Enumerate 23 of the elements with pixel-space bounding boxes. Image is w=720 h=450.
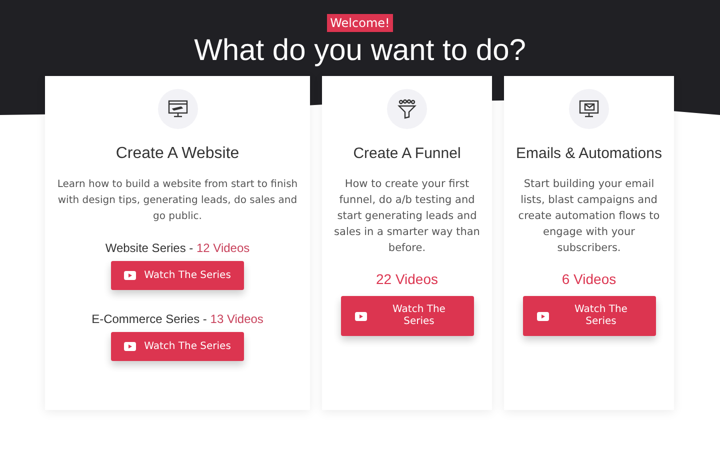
monitor-icon: [166, 98, 188, 120]
watch-series-button[interactable]: Watch The Series: [111, 332, 244, 361]
video-count: 6 Videos: [562, 271, 616, 287]
play-icon: [536, 312, 548, 320]
card-title: Create A Website: [116, 145, 240, 163]
series-label: Website Series - 12 Videos: [105, 241, 250, 255]
funnel-icon: [396, 98, 418, 120]
video-count: 22 Videos: [376, 271, 438, 287]
watch-series-button[interactable]: Watch The Series: [111, 261, 244, 290]
play-icon: [124, 342, 136, 351]
email-monitor-icon: [578, 98, 600, 120]
watch-series-button[interactable]: Watch The Series: [340, 296, 474, 336]
card-description: Learn how to build a website from start to finish with design tips, generating leads, do sales and go public.: [56, 178, 299, 224]
watch-series-button[interactable]: Watch The Series: [522, 296, 656, 336]
play-icon: [354, 312, 366, 320]
card-title: Emails & Automations: [516, 145, 662, 162]
play-icon: [124, 271, 136, 280]
page-heading: What do you want to do?: [194, 34, 526, 68]
card-description: How to create your first funnel, do a/b testing and start generating leads and sales in a smarter way than before.: [333, 177, 481, 256]
card-title: Create A Funnel: [353, 145, 461, 162]
card-description: Start building your email lists, blast campaigns and create automation flows to engage with your subscribers.: [517, 177, 661, 256]
series-label: E-Commerce Series - 13 Videos: [92, 312, 264, 326]
welcome-badge: Welcome!: [327, 14, 393, 32]
